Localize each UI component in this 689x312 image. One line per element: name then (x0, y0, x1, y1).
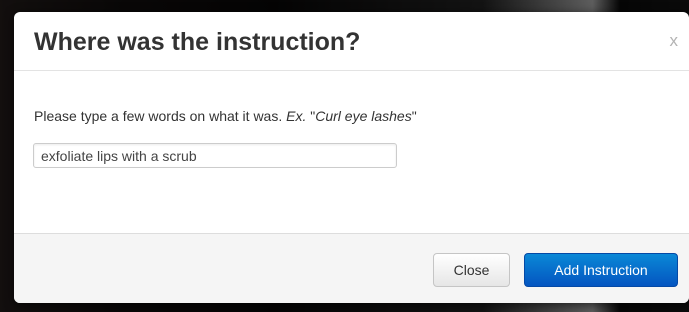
instruction-input[interactable] (33, 143, 397, 168)
prompt-example-text: Curl eye lashes (315, 108, 412, 124)
prompt-example-prefix: Ex. (286, 108, 307, 124)
dialog-body: Please type a few words on what it was. … (14, 71, 689, 233)
dialog-prompt: Please type a few words on what it was. … (34, 107, 417, 125)
prompt-example-open-quote: " (306, 108, 316, 124)
close-button[interactable]: Close (433, 253, 510, 287)
close-icon[interactable]: x (670, 32, 679, 50)
dialog-header: Where was the instruction? x (14, 12, 689, 71)
add-instruction-button[interactable]: Add Instruction (524, 253, 678, 287)
prompt-example-close-quote: " (411, 108, 417, 124)
instruction-dialog: Where was the instruction? x Please type… (14, 12, 689, 303)
prompt-text: Please type a few words on what it was. (34, 108, 287, 124)
dialog-title: Where was the instruction? (34, 28, 361, 56)
dialog-footer: Close Add Instruction (14, 233, 689, 303)
